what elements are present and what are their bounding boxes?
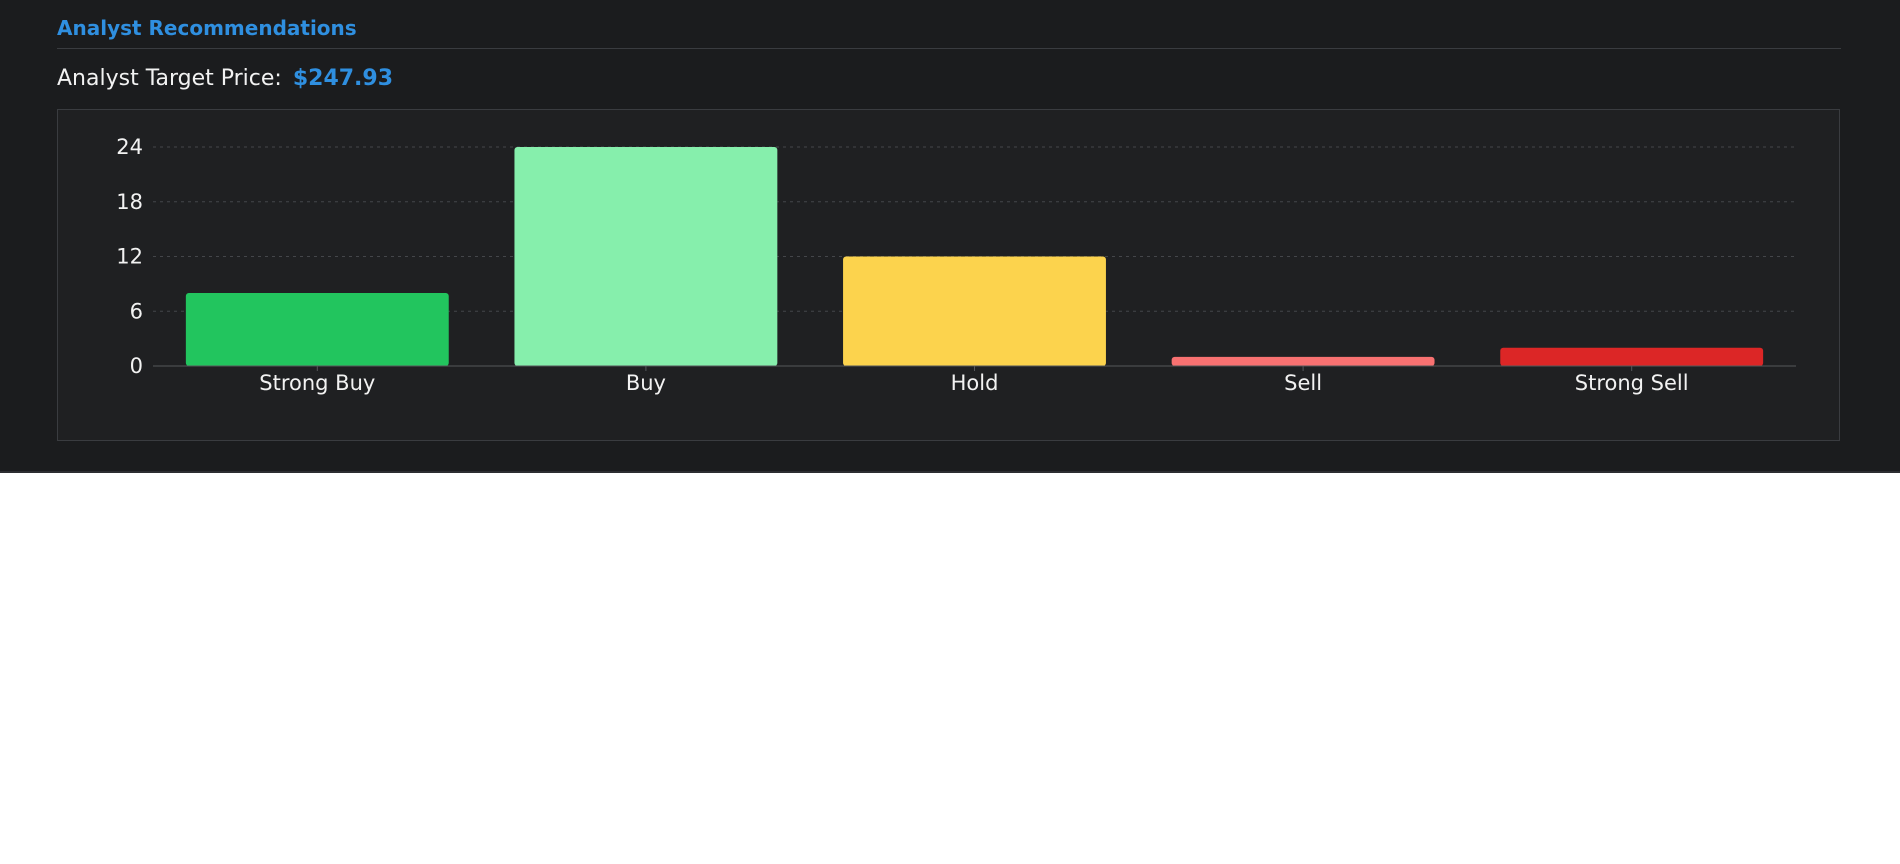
x-tick-label: Sell bbox=[1284, 371, 1322, 395]
x-tick-label: Hold bbox=[951, 371, 999, 395]
y-tick-label: 24 bbox=[116, 135, 143, 159]
x-tick-label: Strong Buy bbox=[259, 371, 375, 395]
recommendation-bar-chart: 0 6 12 18 24 Strong Buy Buy Hold Sell Strong Sell bbox=[116, 135, 1796, 395]
y-tick-label: 6 bbox=[130, 299, 143, 323]
target-price-value: $247.93 bbox=[292, 66, 394, 91]
recommendation-chart: 0 6 12 18 24 Strong Buy Buy Hold Sell Strong Sell bbox=[57, 109, 1840, 441]
bar-sell bbox=[1171, 356, 1435, 366]
bar-strong-buy bbox=[185, 293, 449, 366]
y-tick-label: 12 bbox=[116, 245, 143, 269]
analyst-target-price: Analyst Target Price: $247.93 bbox=[57, 66, 393, 91]
x-tick-label: Strong Sell bbox=[1575, 371, 1689, 395]
x-tick-label: Buy bbox=[626, 371, 666, 395]
section-title: Analyst Recommendations bbox=[57, 16, 357, 40]
title-divider bbox=[57, 48, 1841, 49]
bar-hold bbox=[843, 256, 1106, 366]
bar-buy bbox=[514, 147, 778, 366]
y-tick-label: 0 bbox=[130, 354, 143, 378]
bar-strong-sell bbox=[1500, 347, 1764, 366]
target-price-label: Analyst Target Price: bbox=[57, 66, 282, 91]
y-tick-label: 18 bbox=[116, 190, 143, 214]
analyst-recommendations-panel: Analyst Recommendations Analyst Target P… bbox=[0, 0, 1900, 473]
